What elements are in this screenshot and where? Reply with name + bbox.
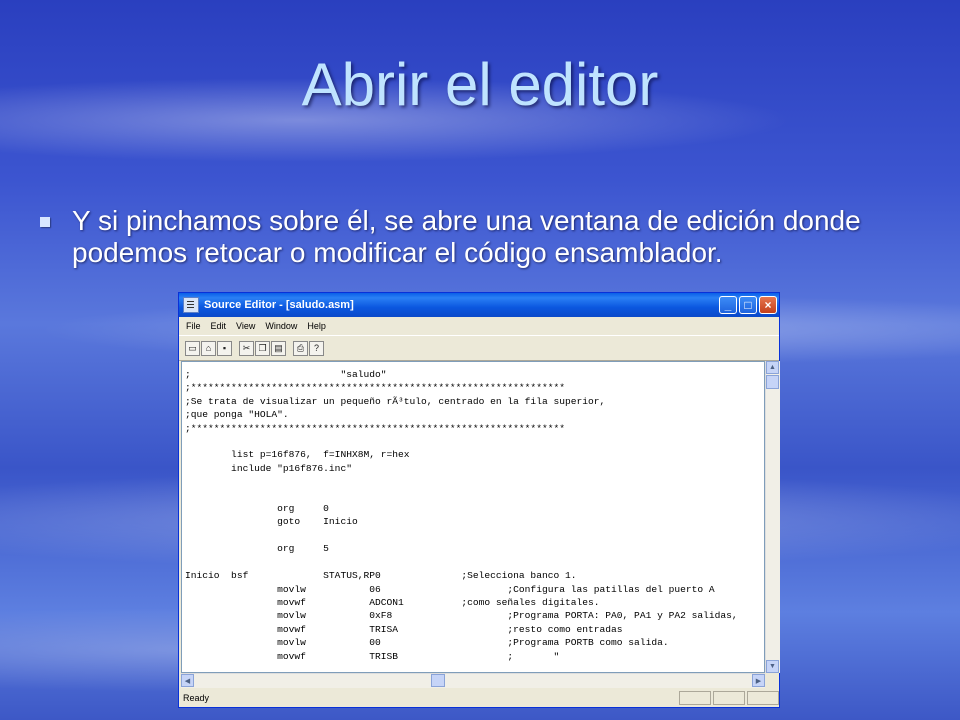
vertical-scrollbar[interactable]: ▲ ▼ [765, 361, 780, 673]
status-text: Ready [183, 693, 210, 703]
square-bullet-icon [40, 217, 50, 227]
paste-icon[interactable]: ▤ [271, 340, 286, 356]
copy-icon[interactable]: ❐ [255, 340, 270, 356]
save-icon[interactable]: ▪ [217, 340, 232, 356]
scroll-left-icon[interactable]: ◀ [181, 674, 194, 687]
new-icon[interactable]: ▭ [185, 340, 200, 356]
minimize-button[interactable]: _ [719, 296, 737, 314]
scroll-up-icon[interactable]: ▲ [766, 361, 779, 374]
menu-help[interactable]: Help [302, 321, 331, 331]
hscroll-thumb[interactable] [431, 674, 445, 687]
cut-icon[interactable]: ✂ [239, 340, 254, 356]
slide-title: Abrir el editor [301, 51, 659, 118]
code-text[interactable]: ; "saludo" ;****************************… [182, 362, 764, 663]
code-editor[interactable]: ; "saludo" ;****************************… [181, 361, 765, 673]
bullet-text: Y si pinchamos sobre él, se abre una ven… [72, 205, 861, 268]
status-bar: Ready [179, 689, 779, 707]
horizontal-scrollbar[interactable]: ◀ ▶ [181, 673, 765, 688]
menu-view[interactable]: View [231, 321, 260, 331]
window-titlebar[interactable]: Source Editor - [saludo.asm] _ □ × [179, 293, 779, 317]
menu-window[interactable]: Window [260, 321, 302, 331]
status-cell [679, 691, 711, 705]
scroll-thumb[interactable] [766, 375, 779, 389]
toolbar: ▭ ⌂ ▪ ✂ ❐ ▤ ⎙ ? [179, 335, 779, 361]
help-icon[interactable]: ? [309, 340, 324, 356]
source-editor-window[interactable]: Source Editor - [saludo.asm] _ □ × File … [178, 292, 780, 708]
status-cell [747, 691, 779, 705]
print-icon[interactable]: ⎙ [293, 340, 308, 356]
menu-bar: File Edit View Window Help [179, 317, 779, 335]
open-icon[interactable]: ⌂ [201, 340, 216, 356]
window-title: Source Editor - [saludo.asm] [204, 299, 354, 311]
close-button[interactable]: × [759, 296, 777, 314]
status-cell [713, 691, 745, 705]
menu-edit[interactable]: Edit [206, 321, 232, 331]
editor-app-icon [183, 297, 199, 313]
scroll-down-icon[interactable]: ▼ [766, 660, 779, 673]
menu-file[interactable]: File [181, 321, 206, 331]
scroll-right-icon[interactable]: ▶ [752, 674, 765, 687]
bullet-item: Y si pinchamos sobre él, se abre una ven… [40, 205, 930, 269]
maximize-button[interactable]: □ [739, 296, 757, 314]
